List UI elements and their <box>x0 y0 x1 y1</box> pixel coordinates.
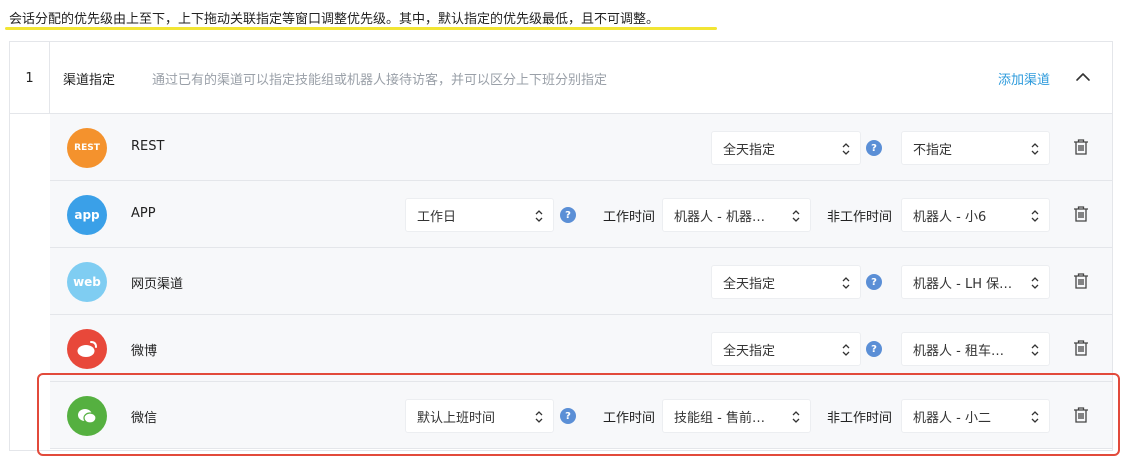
select-value: 全天指定 <box>723 276 776 292</box>
web-icon: web <box>67 262 107 302</box>
schedule-mode-select[interactable]: 全天指定 <box>711 265 861 299</box>
channel-row-web[interactable]: web 网页渠道 全天指定 ? 机器人 - LH 保… <box>50 248 1112 315</box>
chevron-updown-icon <box>1031 344 1039 356</box>
help-icon[interactable]: ? <box>866 274 882 290</box>
off-time-label: 非工作时间 <box>827 210 893 225</box>
channel-name: 微博 <box>131 344 158 359</box>
group-header: 1 渠道指定 通过已有的渠道可以指定技能组或机器人接待访客，并可以区分上下班分别… <box>10 42 1112 114</box>
chevron-updown-icon <box>842 344 850 356</box>
channel-name: 网页渠道 <box>131 277 184 292</box>
rest-icon: REST <box>67 128 107 168</box>
target-select[interactable]: 机器人 - LH 保… <box>901 265 1050 299</box>
target-select[interactable]: 机器人 - 租车… <box>901 332 1050 366</box>
work-time-label: 工作时间 <box>603 210 656 225</box>
weibo-icon <box>67 329 107 369</box>
select-value: 机器人 - 机器… <box>674 209 765 225</box>
chevron-updown-icon <box>1031 210 1039 222</box>
schedule-mode-select[interactable]: 全天指定 <box>711 131 861 165</box>
select-value: 机器人 - LH 保… <box>913 276 1013 292</box>
notice-underline <box>5 27 717 30</box>
select-value: 全天指定 <box>723 343 776 359</box>
select-value: 机器人 - 小二 <box>913 410 991 426</box>
app-icon: app <box>67 195 107 235</box>
chevron-up-icon[interactable] <box>1074 68 1092 86</box>
chevron-updown-icon <box>842 143 850 155</box>
help-icon[interactable]: ? <box>560 207 576 223</box>
chevron-updown-icon <box>535 210 543 222</box>
chevron-updown-icon <box>1031 277 1039 289</box>
trash-icon[interactable] <box>1073 138 1089 156</box>
work-target-select[interactable]: 机器人 - 机器… <box>662 198 811 232</box>
help-icon[interactable]: ? <box>560 408 576 424</box>
off-target-select[interactable]: 机器人 - 小二 <box>901 399 1050 433</box>
select-value: 机器人 - 租车… <box>913 343 1004 359</box>
help-icon[interactable]: ? <box>866 341 882 357</box>
channel-row-app[interactable]: app APP 工作日 ? 工作时间 机器人 - 机器… 非工作时间 机器人 -… <box>50 181 1112 248</box>
chevron-updown-icon <box>1031 411 1039 423</box>
select-value: 技能组 - 售前… <box>674 410 765 426</box>
schedule-mode-select[interactable]: 全天指定 <box>711 332 861 366</box>
channel-name: 微信 <box>131 411 158 426</box>
group-title: 渠道指定 <box>63 73 116 88</box>
group-index: 1 <box>10 42 50 114</box>
chevron-updown-icon <box>535 411 543 423</box>
channel-row-rest[interactable]: REST REST 全天指定 ? 不指定 <box>50 114 1112 181</box>
work-time-label: 工作时间 <box>603 411 656 426</box>
select-value: 默认上班时间 <box>417 410 496 426</box>
trash-icon[interactable] <box>1073 339 1089 357</box>
select-value: 工作日 <box>417 209 457 225</box>
select-value: 全天指定 <box>723 142 776 158</box>
select-value: 不指定 <box>913 142 953 158</box>
group-description: 通过已有的渠道可以指定技能组或机器人接待访客，并可以区分上下班分别指定 <box>152 73 608 88</box>
channel-list: REST REST 全天指定 ? 不指定 app APP 工作日 ? 工作时间 <box>50 114 1112 449</box>
chevron-updown-icon <box>792 210 800 222</box>
schedule-mode-select[interactable]: 默认上班时间 <box>405 399 554 433</box>
chevron-updown-icon <box>842 277 850 289</box>
help-icon[interactable]: ? <box>866 140 882 156</box>
channel-assignment-panel: 1 渠道指定 通过已有的渠道可以指定技能组或机器人接待访客，并可以区分上下班分别… <box>9 41 1113 451</box>
add-channel-link[interactable]: 添加渠道 <box>998 69 1050 88</box>
wechat-icon <box>67 396 107 436</box>
off-target-select[interactable]: 机器人 - 小6 <box>901 198 1050 232</box>
schedule-mode-select[interactable]: 工作日 <box>405 198 554 232</box>
priority-notice: 会话分配的优先级由上至下，上下拖动关联指定等窗口调整优先级。其中，默认指定的优先… <box>9 12 660 27</box>
chevron-updown-icon <box>792 411 800 423</box>
channel-name: REST <box>131 139 165 154</box>
off-time-label: 非工作时间 <box>827 411 893 426</box>
trash-icon[interactable] <box>1073 272 1089 290</box>
trash-icon[interactable] <box>1073 205 1089 223</box>
trash-icon[interactable] <box>1073 406 1089 424</box>
channel-row-weibo[interactable]: 微博 全天指定 ? 机器人 - 租车… <box>50 315 1112 382</box>
target-select[interactable]: 不指定 <box>901 131 1050 165</box>
channel-name: APP <box>131 206 156 221</box>
chevron-updown-icon <box>1031 143 1039 155</box>
work-target-select[interactable]: 技能组 - 售前… <box>662 399 811 433</box>
select-value: 机器人 - 小6 <box>913 209 987 225</box>
channel-row-wechat[interactable]: 微信 默认上班时间 ? 工作时间 技能组 - 售前… 非工作时间 机器人 - 小… <box>50 382 1112 449</box>
